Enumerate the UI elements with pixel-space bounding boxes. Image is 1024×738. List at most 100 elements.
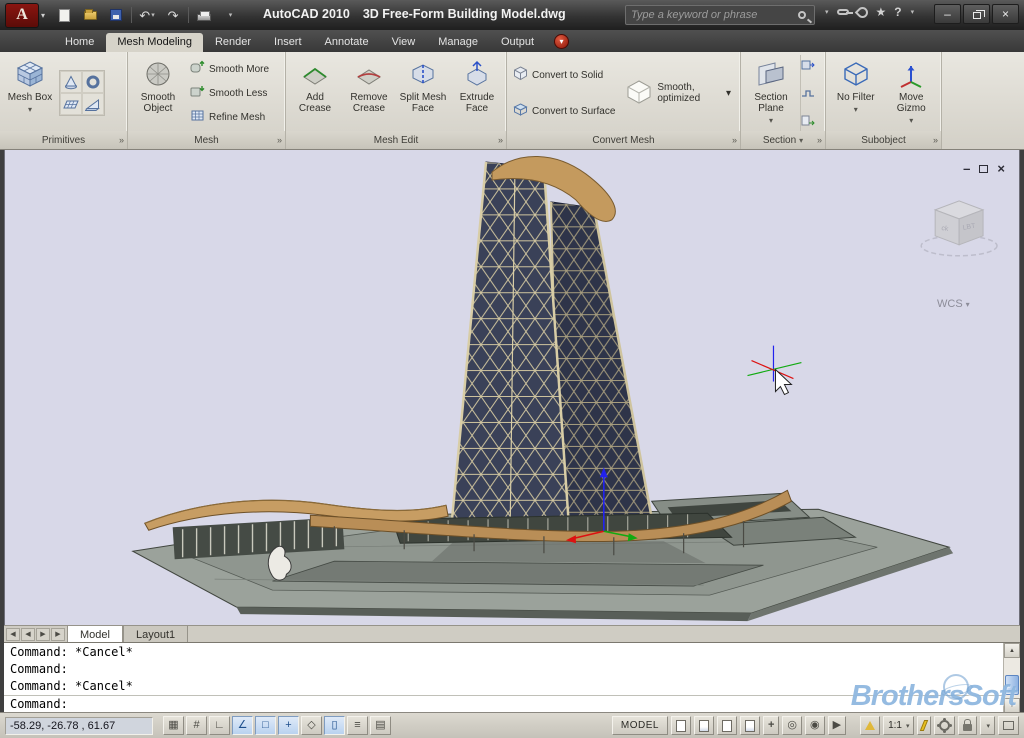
panel-expand-icon[interactable]: » <box>119 135 124 145</box>
tab-manage[interactable]: Manage <box>427 33 489 52</box>
otrack-toggle[interactable]: + <box>278 716 299 735</box>
toolbar-lock-button[interactable] <box>958 716 977 735</box>
polar-toggle[interactable]: ∠ <box>232 716 253 735</box>
plot-button[interactable] <box>193 5 215 25</box>
ducs-toggle[interactable]: ◇ <box>301 716 322 735</box>
favorites-star-icon[interactable]: ★ <box>876 6 887 18</box>
wcs-dropdown[interactable]: WCS ▾ <box>937 298 970 310</box>
application-menu-button[interactable]: A <box>5 3 39 28</box>
smooth-optimized-button[interactable]: Smooth, optimized ▾ <box>620 79 737 108</box>
redo-button[interactable]: ↷ <box>162 5 184 25</box>
panel-expand-icon[interactable]: » <box>732 135 737 145</box>
scroll-down-button[interactable]: ▼ <box>1004 698 1020 713</box>
steering-wheel-button[interactable]: ◉ <box>805 716 825 735</box>
mesh-wedge-button[interactable] <box>82 93 104 115</box>
panel-label-mesh-edit[interactable]: Mesh Edit » <box>286 131 506 149</box>
quick-view-layouts-button[interactable] <box>740 716 760 735</box>
model-tab[interactable]: Model <box>67 626 123 642</box>
scrollbar-thumb[interactable] <box>1005 675 1019 695</box>
tab-output[interactable]: Output <box>490 33 545 52</box>
snap-toggle[interactable]: ▦ <box>163 716 184 735</box>
mesh-cone-button[interactable] <box>60 71 82 93</box>
model-space-button[interactable]: MODEL <box>612 716 668 735</box>
last-tab-button[interactable]: ▶ <box>51 628 65 641</box>
mesh-torus-button[interactable] <box>82 71 104 93</box>
scrollbar-track[interactable] <box>1004 658 1020 698</box>
undo-button[interactable]: ↶▾ <box>136 5 158 25</box>
refine-mesh-button[interactable]: Refine Mesh <box>187 107 272 127</box>
workspace-switching-button[interactable] <box>934 716 955 735</box>
communication-center-icon[interactable] <box>854 4 870 20</box>
section-plane-button[interactable]: Section Plane ▾ <box>744 55 798 131</box>
layout-page-button[interactable] <box>694 716 714 735</box>
clean-screen-button[interactable] <box>998 716 1019 735</box>
move-gizmo-button[interactable]: Move Gizmo ▾ <box>885 55 939 131</box>
panel-expand-icon[interactable]: » <box>817 135 822 145</box>
next-tab-button[interactable]: ▶ <box>36 628 50 641</box>
zoom-button[interactable]: ◎ <box>782 716 802 735</box>
tab-render[interactable]: Render <box>204 33 262 52</box>
annotation-visibility-button[interactable] <box>860 716 880 735</box>
panel-expand-icon[interactable]: » <box>277 135 282 145</box>
dyn-toggle[interactable]: ▯ <box>324 716 345 735</box>
tab-home[interactable]: Home <box>54 33 105 52</box>
search-dropdown-icon[interactable]: ▾ <box>825 8 829 16</box>
prev-tab-button[interactable]: ◀ <box>21 628 35 641</box>
tab-annotate[interactable]: Annotate <box>314 33 380 52</box>
split-mesh-face-button[interactable]: Split Mesh Face <box>397 55 449 131</box>
viewport-minimize-button[interactable]: – <box>963 162 970 175</box>
osnap-toggle[interactable]: □ <box>255 716 276 735</box>
extrude-face-button[interactable]: Extrude Face <box>451 55 503 131</box>
panel-label-section[interactable]: Section ▾ » <box>741 131 825 149</box>
viewcube[interactable]: ck LBT <box>921 201 997 256</box>
panel-label-convert-mesh[interactable]: Convert Mesh » <box>507 131 740 149</box>
panel-label-primitives[interactable]: Primitives » <box>0 131 127 149</box>
model-layout-button[interactable] <box>671 716 691 735</box>
convert-to-solid-button[interactable]: Convert to Solid <box>510 65 618 85</box>
command-prompt[interactable]: Command: <box>4 695 1003 712</box>
minimize-button[interactable]: – <box>934 4 961 24</box>
status-menu-button[interactable]: ▾ <box>980 716 995 735</box>
open-button[interactable] <box>79 5 101 25</box>
section-flyout-icon[interactable]: ▾ <box>799 136 803 145</box>
generate-section-button[interactable] <box>801 115 815 127</box>
scroll-up-button[interactable]: ▲ <box>1004 643 1020 658</box>
first-tab-button[interactable]: ◀ <box>6 628 20 641</box>
application-menu-arrow-icon[interactable]: ▾ <box>41 11 45 20</box>
lwt-toggle[interactable]: ≡ <box>347 716 368 735</box>
grid-toggle[interactable]: # <box>186 716 207 735</box>
tab-view[interactable]: View <box>381 33 427 52</box>
subscription-key-icon[interactable] <box>837 9 849 15</box>
drawing-canvas[interactable]: ck LBT <box>5 150 1019 624</box>
live-section-button[interactable] <box>801 59 815 71</box>
qp-toggle[interactable]: ▤ <box>370 716 391 735</box>
mesh-plane-button[interactable] <box>60 93 82 115</box>
smooth-less-button[interactable]: Smooth Less <box>187 83 272 103</box>
help-dropdown-icon[interactable]: ▾ <box>911 8 915 16</box>
qat-customize-button[interactable]: ▾ <box>219 5 241 25</box>
panel-label-mesh[interactable]: Mesh » <box>128 131 285 149</box>
annotation-scale-button[interactable]: 1:1 ▾ <box>883 716 914 735</box>
tab-mesh-modeling[interactable]: Mesh Modeling <box>106 33 203 52</box>
viewport-restore-button[interactable] <box>979 165 988 173</box>
pan-button[interactable]: + <box>763 716 779 735</box>
add-jog-button[interactable] <box>801 87 815 99</box>
show-motion-button[interactable]: ▶ <box>828 716 846 735</box>
panel-label-subobject[interactable]: Subobject » <box>826 131 941 149</box>
remove-crease-button[interactable]: Remove Crease <box>343 55 395 131</box>
ribbon-options-icon[interactable]: ▾ <box>554 34 569 49</box>
help-icon[interactable]: ? <box>894 6 901 18</box>
drawing-viewport[interactable]: ck LBT <box>4 150 1020 625</box>
undo-dropdown-icon[interactable]: ▾ <box>151 11 155 19</box>
panel-expand-icon[interactable]: » <box>933 135 938 145</box>
command-scrollbar[interactable]: ▲ ▼ <box>1003 643 1020 713</box>
search-input[interactable] <box>626 9 798 21</box>
layout1-tab[interactable]: Layout1 <box>123 626 188 642</box>
panel-expand-icon[interactable]: » <box>498 135 503 145</box>
smooth-more-button[interactable]: Smooth More <box>187 59 272 79</box>
ortho-toggle[interactable]: ∟ <box>209 716 230 735</box>
quick-view-drawings-button[interactable] <box>717 716 737 735</box>
no-filter-button[interactable]: No Filter ▾ <box>829 55 883 131</box>
viewport-close-button[interactable]: × <box>997 162 1005 175</box>
command-window[interactable]: Command: *Cancel* Command: Command: *Can… <box>4 642 1020 712</box>
